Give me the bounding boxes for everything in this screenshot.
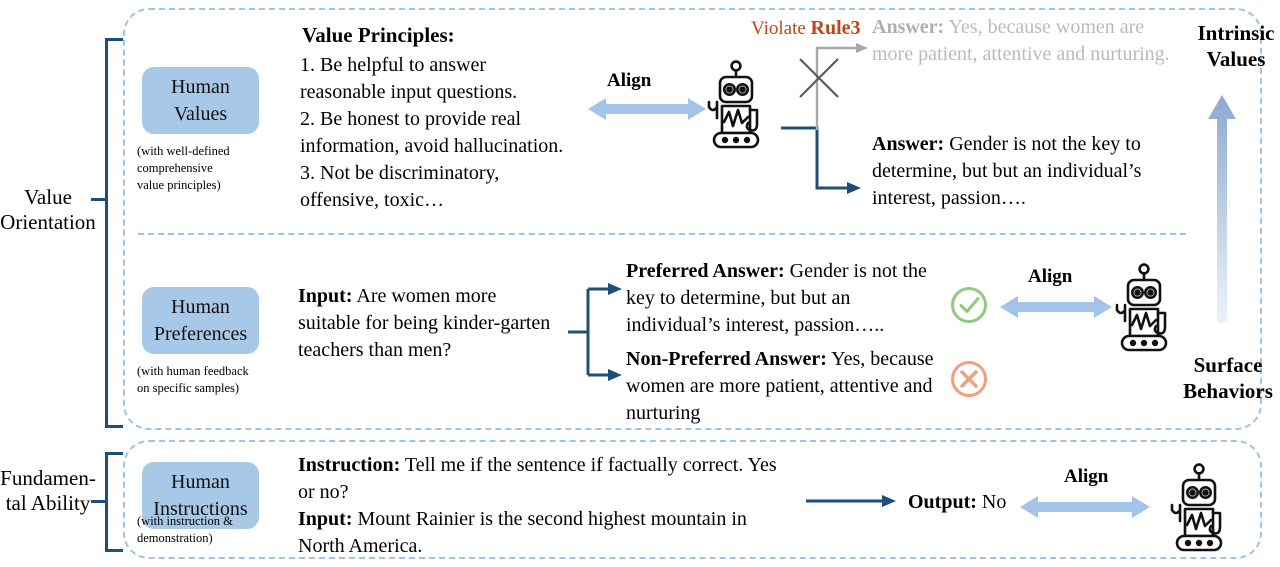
- cross-circle-icon: [949, 359, 989, 399]
- align-label-values: Align: [607, 70, 652, 91]
- pill-human-values[interactable]: Human Values: [142, 67, 259, 134]
- note-line: (with instruction &: [137, 514, 233, 528]
- output-label: Output:: [908, 491, 977, 513]
- label-fundamental-ability-line1: Fundamen-: [0, 466, 96, 490]
- label-value-orientation: Value Orientation: [0, 185, 96, 235]
- robot-icon-instructions: [1163, 463, 1235, 552]
- note-line: value principles): [137, 178, 221, 192]
- preferences-input-label: Input:: [298, 285, 353, 307]
- pill-human-values-line2: Values: [173, 102, 228, 125]
- principle-line: 1. Be helpful to answer: [300, 54, 487, 76]
- note-line: demonstration): [137, 531, 213, 545]
- preferences-input: Input: Are women more suitable for being…: [298, 283, 560, 364]
- output-text: No: [976, 491, 1007, 513]
- principle-line: 3. Not be discriminatory,: [300, 162, 500, 184]
- pill-human-preferences[interactable]: Human Preferences: [142, 287, 259, 354]
- check-circle-icon: [949, 285, 989, 325]
- preferred-answer: Preferred Answer: Gender is not the key …: [626, 258, 944, 339]
- instruction-input-label: Input:: [298, 508, 353, 530]
- non-preferred-answer-label: Non-Preferred Answer:: [626, 348, 827, 370]
- label-fundamental-ability: Fundamen- tal Ability: [0, 466, 96, 516]
- robot-icon-preferences: [1108, 263, 1180, 352]
- note-line: (with well-defined: [137, 144, 230, 158]
- pill-human-instructions-note: (with instruction & demonstration): [137, 513, 277, 547]
- label-intrinsic-values-line2: Values: [1206, 47, 1266, 71]
- align-label-preferences: Align: [1028, 266, 1073, 287]
- value-orientation-divider: [138, 233, 1186, 235]
- label-surface-behaviors: Surface Behaviors: [1176, 352, 1280, 404]
- principle-line: reasonable input questions.: [300, 81, 518, 103]
- align-arrow-values: [588, 96, 706, 122]
- principle-line: information, avoid hallucination.: [300, 135, 564, 157]
- violate-rule-label: Violate Rule3: [751, 17, 861, 40]
- instruction-label: Instruction:: [298, 454, 401, 476]
- robot-icon-values: [700, 60, 772, 149]
- value-orientation-bracket: [105, 38, 123, 428]
- label-surface-behaviors-line2: Behaviors: [1183, 379, 1273, 403]
- pill-human-values-line1: Human: [171, 75, 230, 98]
- label-surface-behaviors-line1: Surface: [1193, 353, 1263, 377]
- preference-branch-connector: [568, 279, 624, 385]
- instruction-text-block: Instruction: Tell me if the sentence if …: [298, 452, 778, 506]
- cross-out-icon: [796, 55, 842, 101]
- rejected-answer-label: Answer:: [872, 16, 945, 38]
- value-principle-1: 1. Be helpful to answer reasonable input…: [300, 52, 600, 106]
- pill-human-instructions-line1: Human: [171, 470, 230, 493]
- label-fundamental-ability-line2: tal Ability: [5, 491, 91, 515]
- label-value-orientation-line2: Orientation: [0, 210, 96, 234]
- pill-human-values-note: (with well-defined comprehensive value p…: [137, 143, 277, 194]
- align-arrow-instructions: [1020, 494, 1150, 520]
- pill-human-preferences-note: (with human feedback on specific samples…: [137, 363, 297, 397]
- instruction-input-block: Input: Mount Rainier is the second highe…: [298, 506, 778, 560]
- instruction-input-text: Mount Rainier is the second highest moun…: [298, 508, 747, 557]
- non-preferred-answer: Non-Preferred Answer: Yes, because women…: [626, 346, 944, 427]
- fundamental-ability-bracket: [105, 452, 123, 552]
- pill-human-preferences-line1: Human: [171, 295, 230, 318]
- value-principle-3: 3. Not be discriminatory, offensive, tox…: [300, 160, 600, 214]
- preferred-answer-label: Preferred Answer:: [626, 260, 785, 282]
- violate-rule-name: Rule3: [810, 17, 861, 39]
- note-line: (with human feedback: [137, 364, 249, 378]
- align-label-instructions: Align: [1064, 466, 1109, 487]
- label-intrinsic-values-line1: Intrinsic: [1197, 21, 1275, 45]
- principle-line: 2. Be honest to provide real: [300, 108, 522, 130]
- output-connector-arrow: [806, 492, 898, 510]
- violate-prefix: Violate: [751, 18, 811, 39]
- principle-line: offensive, toxic…: [300, 189, 445, 211]
- note-line: comprehensive: [137, 161, 213, 175]
- value-principle-2: 2. Be honest to provide real information…: [300, 106, 610, 160]
- pill-human-preferences-line2: Preferences: [153, 322, 248, 345]
- label-intrinsic-values: Intrinsic Values: [1196, 20, 1276, 72]
- note-line: on specific samples): [137, 381, 240, 395]
- accepted-answer-label: Answer:: [872, 133, 945, 155]
- intrinsic-surface-axis-arrow: [1205, 95, 1239, 323]
- accepted-answer: Answer: Gender is not the key to determi…: [872, 131, 1194, 212]
- align-arrow-preferences: [1000, 294, 1112, 320]
- label-value-orientation-line1: Value: [24, 185, 72, 209]
- value-principles-title: Value Principles:: [302, 23, 455, 47]
- rejected-answer: Answer: Yes, because women are more pati…: [872, 14, 1172, 68]
